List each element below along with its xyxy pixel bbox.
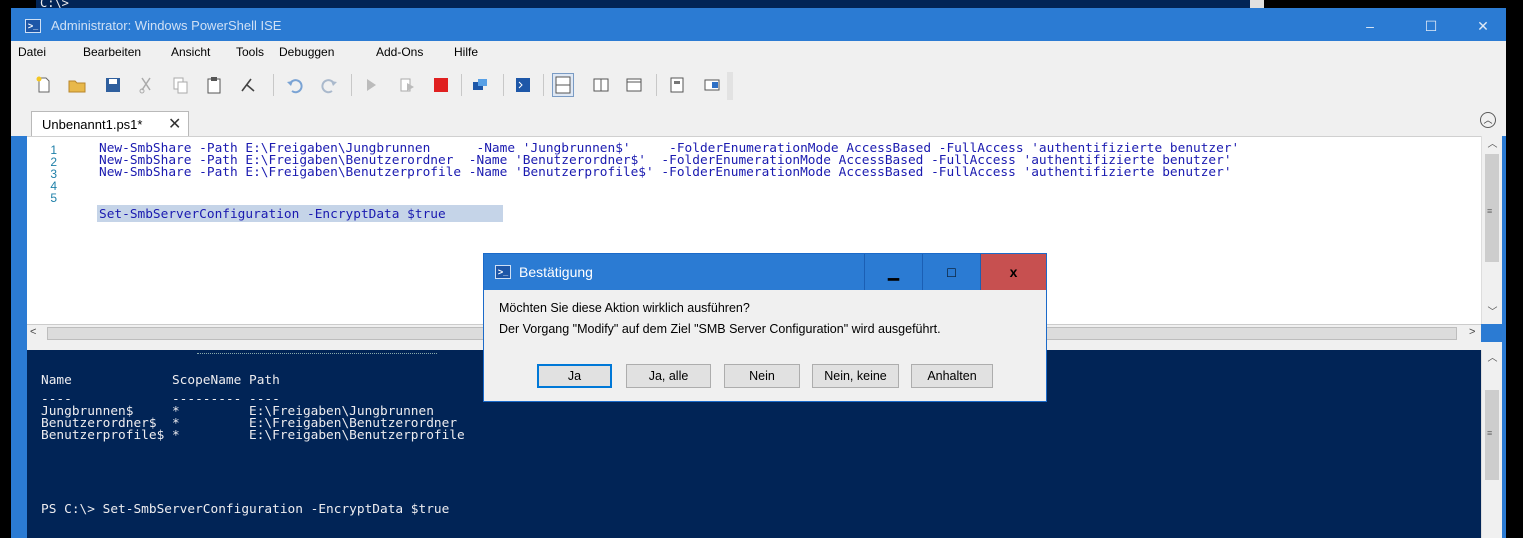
console-prompt-line: PS C:\> Set-SmbServerConfiguration -Encr… — [41, 502, 450, 517]
scroll-grip-icon: ≡ — [1487, 206, 1493, 216]
show-script-pane-maximized-icon[interactable] — [625, 76, 643, 94]
dialog-message-line: Möchten Sie diese Aktion wirklich ausfüh… — [499, 301, 750, 315]
tab-row: Unbenannt1.ps1* ✕ ︿ — [11, 108, 1506, 136]
remote-powershell-icon[interactable] — [471, 76, 489, 94]
undo-icon[interactable] — [286, 76, 304, 94]
save-icon[interactable] — [104, 76, 122, 94]
scroll-up-icon[interactable]: ︿ — [1482, 136, 1503, 153]
menu-bearbeiten[interactable]: Bearbeiten — [83, 45, 141, 59]
no-button[interactable]: Nein — [724, 364, 800, 388]
cut-icon[interactable] — [137, 76, 155, 94]
powershell-console-icon[interactable] — [514, 76, 532, 94]
menu-hilfe[interactable]: Hilfe — [454, 45, 478, 59]
menu-ansicht[interactable]: Ansicht — [171, 45, 210, 59]
collapse-script-pane-icon[interactable]: ︿ — [1480, 112, 1496, 128]
toolbar-separator — [543, 74, 544, 96]
menu-add-ons[interactable]: Add-Ons — [376, 45, 423, 59]
code-line-selected: Set-SmbServerConfiguration -EncryptData … — [99, 207, 446, 222]
scroll-down-icon[interactable]: ﹀ — [1482, 304, 1503, 321]
toolbar — [11, 63, 1506, 108]
dialog-close-button[interactable]: x — [980, 254, 1046, 290]
scroll-up-icon[interactable]: ︿ — [1482, 350, 1503, 367]
title-bar[interactable]: >_ Administrator: Windows PowerShell ISE… — [11, 11, 1506, 41]
editor-vertical-scrollbar[interactable]: ︿ ≡ ﹀ — [1481, 136, 1502, 324]
yes-button[interactable]: Ja — [537, 364, 612, 388]
toolbar-separator — [656, 74, 657, 96]
show-command-window-icon[interactable] — [669, 76, 687, 94]
line-number: 5 — [50, 191, 57, 205]
scroll-left-icon[interactable]: < — [30, 326, 36, 338]
run-selection-icon[interactable] — [398, 76, 416, 94]
tab-unbenannt1[interactable]: Unbenannt1.ps1* ✕ — [31, 111, 189, 136]
show-command-addon-icon[interactable] — [703, 76, 721, 94]
console-scrolled-line — [197, 350, 437, 354]
dialog-message-line: Der Vorgang "Modify" auf dem Ziel "SMB S… — [499, 322, 941, 336]
console-table-row: Benutzerprofile$ * E:\Freigaben\Benutzer… — [41, 428, 465, 443]
code-line: New-SmbShare -Path E:\Freigaben\Benutzer… — [99, 165, 1232, 180]
menu-datei[interactable]: Datei — [18, 45, 46, 59]
toolbar-separator — [351, 74, 352, 96]
toolbar-separator — [461, 74, 462, 96]
menu-bar: Datei Bearbeiten Ansicht Tools Debuggen … — [11, 41, 1506, 63]
console-vertical-scrollbar[interactable]: ︿ ≡ — [1481, 350, 1502, 538]
dialog-title-bar[interactable]: >_ Bestätigung ▁ □ x — [484, 254, 1046, 290]
toolbar-separator — [273, 74, 274, 96]
clear-icon[interactable] — [239, 76, 257, 94]
menu-tools[interactable]: Tools — [236, 45, 264, 59]
new-file-icon[interactable] — [35, 76, 53, 94]
dialog-minimize-button[interactable]: ▁ — [864, 254, 922, 290]
scroll-right-icon[interactable]: > — [1469, 326, 1475, 338]
open-folder-icon[interactable] — [68, 76, 86, 94]
redo-icon[interactable] — [320, 76, 338, 94]
tab-label: Unbenannt1.ps1* — [42, 117, 143, 132]
stop-icon[interactable] — [432, 76, 450, 94]
scroll-grip-icon: ≡ — [1487, 428, 1493, 438]
tab-close-icon[interactable]: ✕ — [168, 114, 181, 134]
close-button[interactable]: ✕ — [1460, 11, 1506, 41]
yes-to-all-button[interactable]: Ja, alle — [626, 364, 711, 388]
dialog-maximize-button[interactable]: □ — [922, 254, 980, 290]
console-table-header: Name ScopeName Path — [41, 373, 280, 388]
dialog-title: Bestätigung — [519, 264, 593, 280]
show-script-pane-top-icon[interactable] — [552, 73, 574, 97]
window-title: Administrator: Windows PowerShell ISE — [51, 18, 282, 33]
menu-debuggen[interactable]: Debuggen — [279, 45, 334, 59]
suspend-button[interactable]: Anhalten — [911, 364, 993, 388]
confirmation-dialog: >_ Bestätigung ▁ □ x Möchten Sie diese A… — [483, 253, 1047, 402]
maximize-button[interactable]: ☐ — [1408, 11, 1454, 41]
run-script-icon[interactable] — [362, 76, 380, 94]
show-script-pane-right-icon[interactable] — [592, 76, 610, 94]
powershell-icon: >_ — [495, 265, 511, 279]
toolbar-overflow[interactable] — [727, 72, 733, 100]
copy-icon[interactable] — [171, 76, 189, 94]
toolbar-separator — [503, 74, 504, 96]
powershell-ise-icon: >_ — [25, 19, 41, 33]
paste-icon[interactable] — [205, 76, 223, 94]
minimize-button[interactable]: ‒ — [1347, 11, 1393, 41]
no-to-all-button[interactable]: Nein, keine — [812, 364, 899, 388]
